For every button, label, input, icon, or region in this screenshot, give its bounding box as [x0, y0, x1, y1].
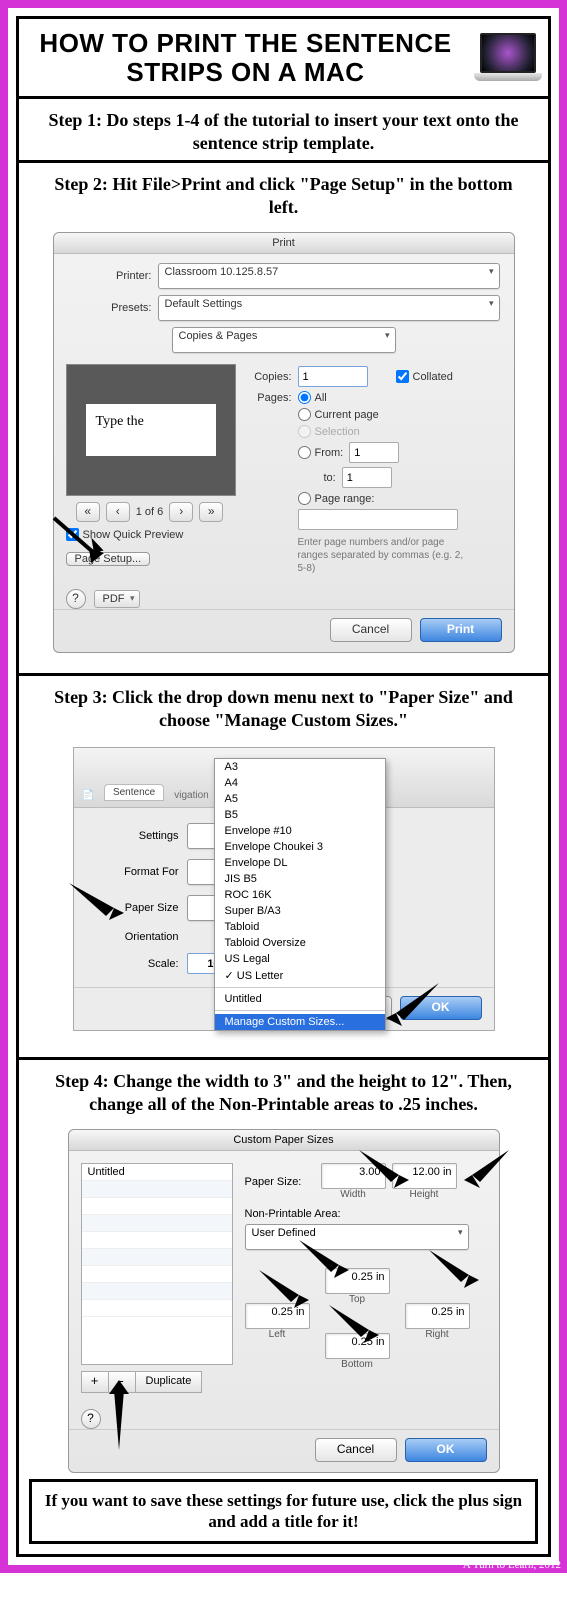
pages-range[interactable]: Page range: [298, 492, 375, 505]
list-item[interactable]: A5 [215, 791, 385, 807]
np-right[interactable]: 0.25 in [405, 1303, 470, 1329]
credit: A Turn to Learn, 2012 [463, 1559, 561, 1571]
list-item[interactable]: US Letter [215, 967, 385, 984]
cancel-button[interactable]: Cancel [315, 1438, 397, 1462]
presets-select[interactable]: Default Settings [158, 295, 500, 321]
list-item[interactable]: Untitled [82, 1164, 232, 1181]
help-icon[interactable]: ? [81, 1409, 101, 1429]
step1-text: Step 1: Do steps 1-4 of the tutorial to … [19, 99, 548, 160]
page-prev[interactable]: ‹ [106, 502, 130, 522]
height-input[interactable]: 12.00 in [392, 1163, 457, 1189]
page-setup-dialog: 📄Sentence vigation Gallery T Settings Fo… [73, 747, 495, 1031]
to-input[interactable] [342, 467, 392, 488]
page-title: HOW TO PRINT THE SENTENCE STRIPS ON A MA… [25, 29, 466, 86]
range-input[interactable] [298, 509, 458, 530]
width-input[interactable]: 3.00 [321, 1163, 386, 1189]
print-dialog: Print Printer: Classroom 10.125.8.57 Pre… [53, 232, 515, 653]
step1-panel: Step 1: Do steps 1-4 of the tutorial to … [16, 99, 551, 163]
help-icon[interactable]: ? [66, 589, 86, 609]
np-select[interactable]: User Defined [245, 1224, 469, 1250]
step3-heading: Step 3: Click the drop down menu next to… [19, 676, 548, 737]
preview-page: Type the [86, 404, 216, 456]
step2-panel: Step 2: Hit File>Print and click "Page S… [16, 163, 551, 676]
list-item[interactable]: A3 [215, 759, 385, 775]
list-item[interactable]: Envelope #10 [215, 823, 385, 839]
pages-from[interactable]: From: [298, 446, 344, 459]
step4-panel: Step 4: Change the width to 3" and the h… [16, 1060, 551, 1557]
list-item[interactable]: ROC 16K [215, 887, 385, 903]
step4-heading: Step 4: Change the width to 3" and the h… [19, 1060, 548, 1121]
printer-select[interactable]: Classroom 10.125.8.57 [158, 263, 500, 289]
cancel-button[interactable]: Cancel [330, 618, 412, 642]
print-button[interactable]: Print [420, 618, 502, 642]
add-button[interactable]: + [81, 1371, 109, 1393]
sizes-list[interactable]: Untitled [81, 1163, 233, 1365]
page-next[interactable]: › [169, 502, 193, 522]
pages-all[interactable]: All [298, 391, 327, 404]
np-top[interactable]: 0.25 in [325, 1268, 390, 1294]
from-input[interactable] [349, 442, 399, 463]
paper-size-dropdown[interactable]: A3 A4 A5 B5 Envelope #10 Envelope Chouke… [214, 758, 386, 1031]
np-label: Non-Printable Area: [245, 1208, 487, 1220]
np-left[interactable]: 0.25 in [245, 1303, 310, 1329]
presets-label: Presets: [68, 302, 152, 314]
preview-box: Type the [66, 364, 236, 496]
dialog-title: Custom Paper Sizes [69, 1130, 499, 1151]
ok-button[interactable]: OK [400, 996, 482, 1020]
footer-note: If you want to save these settings for f… [29, 1479, 538, 1544]
step3-panel: Step 3: Click the drop down menu next to… [16, 676, 551, 1060]
pages-selection: Selection [298, 425, 360, 438]
list-item[interactable]: Tabloid [215, 919, 385, 935]
np-bottom[interactable]: 0.25 in [325, 1333, 390, 1359]
list-item[interactable]: Tabloid Oversize [215, 935, 385, 951]
page-first[interactable]: « [76, 502, 100, 522]
title-panel: HOW TO PRINT THE SENTENCE STRIPS ON A MA… [16, 16, 551, 99]
list-item[interactable]: JIS B5 [215, 871, 385, 887]
list-item[interactable]: Envelope DL [215, 855, 385, 871]
range-hint: Enter page numbers and/or page ranges se… [298, 536, 468, 575]
step2-heading: Step 2: Hit File>Print and click "Page S… [19, 163, 548, 224]
doc-tab[interactable]: Sentence [104, 784, 164, 801]
collated[interactable]: Collated [396, 370, 453, 383]
manage-custom-sizes[interactable]: Manage Custom Sizes... [215, 1014, 385, 1030]
ok-button[interactable]: OK [405, 1438, 487, 1462]
duplicate-button[interactable]: Duplicate [136, 1371, 203, 1393]
show-quick-preview[interactable]: Show Quick Preview [66, 528, 184, 541]
page-setup-button[interactable]: Page Setup... [66, 552, 151, 566]
printer-label: Printer: [68, 270, 152, 282]
remove-button[interactable]: - [109, 1371, 136, 1393]
list-item[interactable]: B5 [215, 807, 385, 823]
list-item[interactable]: Super B/A3 [215, 903, 385, 919]
section-select[interactable]: Copies & Pages [172, 327, 396, 353]
list-item[interactable]: Untitled [215, 991, 385, 1007]
page-indicator: 1 of 6 [136, 506, 164, 518]
dialog-title: Print [54, 233, 514, 254]
list-item[interactable]: Envelope Choukei 3 [215, 839, 385, 855]
pdf-menu[interactable]: PDF [94, 590, 140, 608]
list-item[interactable]: US Legal [215, 951, 385, 967]
custom-sizes-dialog: Custom Paper Sizes Untitled + - Duplicat… [68, 1129, 500, 1473]
list-item[interactable]: A4 [215, 775, 385, 791]
copies-input[interactable] [298, 366, 368, 387]
pages-current[interactable]: Current page [298, 408, 379, 421]
page-last[interactable]: » [199, 502, 223, 522]
laptop-icon [474, 33, 542, 83]
